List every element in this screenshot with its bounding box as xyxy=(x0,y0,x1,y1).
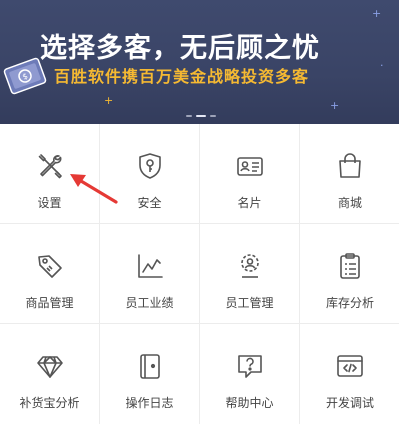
clipboard-list-icon xyxy=(335,251,365,281)
sparkle-icon: + xyxy=(372,7,382,20)
carousel-indicator[interactable] xyxy=(186,115,216,119)
log-book-icon xyxy=(135,351,165,381)
wrench-screwdriver-icon xyxy=(35,151,65,181)
promo-banner[interactable]: $ 选择多客，无后顾之忧 百胜软件携百万美金战略投资多客 + + + · xyxy=(0,0,399,124)
help-question-icon xyxy=(235,351,265,381)
grid-item-label: 库存分析 xyxy=(325,296,374,310)
grid-item-staff-management[interactable]: 员工管理 xyxy=(200,224,300,324)
grid-item-label: 名片 xyxy=(237,196,262,210)
grid-item-label: 商城 xyxy=(337,196,362,210)
grid-item-product-management[interactable]: 商品管理 xyxy=(0,224,100,324)
grid-item-business-card[interactable]: 名片 xyxy=(200,124,300,224)
grid-item-operation-log[interactable]: 操作日志 xyxy=(100,324,200,424)
carousel-dot[interactable] xyxy=(186,115,192,117)
staff-gear-icon xyxy=(235,251,265,281)
grid-item-staff-performance[interactable]: 员工业绩 xyxy=(100,224,200,324)
grid-item-label: 商品管理 xyxy=(25,296,74,310)
sparkle-icon: + xyxy=(104,94,114,107)
grid-item-label: 开发调试 xyxy=(325,396,374,410)
feature-grid: 设置 安全 名片 商城 商品管理 员工业绩 员工管理 库存分析 补货宝分析 操作… xyxy=(0,124,399,431)
grid-item-label: 员工业绩 xyxy=(125,296,174,310)
grid-item-replenishment-analysis[interactable]: 补货宝分析 xyxy=(0,324,100,424)
banner-subline: 百胜软件携百万美金战略投资多客 xyxy=(54,67,310,86)
shopping-bag-icon xyxy=(335,151,365,181)
sparkle-icon: + xyxy=(330,99,340,112)
shield-key-icon xyxy=(135,151,165,181)
business-card-icon xyxy=(235,151,265,181)
grid-item-label: 帮助中心 xyxy=(225,396,274,410)
price-tag-icon xyxy=(35,251,65,281)
code-window-icon xyxy=(335,351,365,381)
sparkle-icon: · xyxy=(380,59,384,72)
diamond-icon xyxy=(35,351,65,381)
grid-item-dev-debug[interactable]: 开发调试 xyxy=(300,324,399,424)
carousel-dot-active[interactable] xyxy=(196,115,206,117)
grid-item-label: 操作日志 xyxy=(125,396,174,410)
line-chart-icon xyxy=(135,251,165,281)
grid-item-mall[interactable]: 商城 xyxy=(300,124,399,224)
carousel-dot[interactable] xyxy=(210,115,216,117)
grid-item-help-center[interactable]: 帮助中心 xyxy=(200,324,300,424)
annotation-arrow-icon xyxy=(70,174,118,204)
grid-item-inventory-analysis[interactable]: 库存分析 xyxy=(300,224,399,324)
grid-item-label: 员工管理 xyxy=(225,296,274,310)
banner-headline: 选择多客，无后顾之忧 xyxy=(40,33,320,64)
grid-item-label: 补货宝分析 xyxy=(19,396,80,410)
